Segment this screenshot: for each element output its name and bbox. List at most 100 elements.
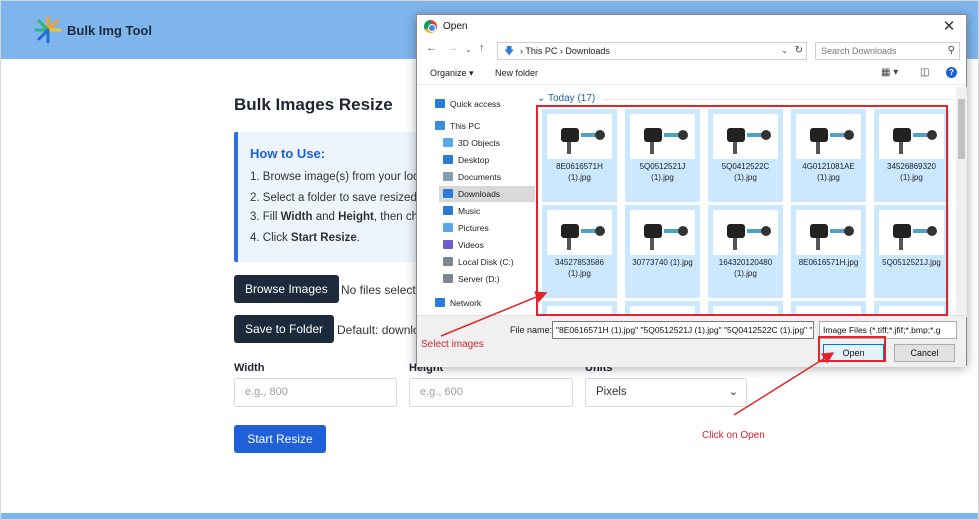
step-3-rest: , then ch (373, 211, 418, 223)
organize-menu[interactable]: Organize ▾ (430, 68, 474, 79)
how-to-panel: How to Use: 1. Browse image(s) from your… (234, 132, 426, 262)
nav-item-label: This PC (450, 121, 481, 131)
document-icon (443, 172, 453, 181)
nav-item-downloads[interactable]: Downloads (439, 186, 535, 202)
step-4-bold: Start Resize (290, 232, 357, 244)
vertical-scrollbar[interactable] (956, 87, 967, 317)
browse-images-button[interactable]: Browse Images (234, 275, 339, 303)
computer-icon (435, 121, 445, 130)
breadcrumb-downloads[interactable]: Downloads (565, 46, 610, 56)
nav-item-label: Videos (458, 240, 484, 250)
new-folder-button[interactable]: New folder (495, 68, 538, 78)
command-bar: Organize ▾ New folder ▦ ▾ ◫ ? (417, 63, 966, 85)
refresh-icon[interactable]: ↻ (795, 43, 803, 59)
pictures-icon (443, 223, 453, 232)
open-button-highlight (818, 336, 886, 362)
nav-item-3d-objects[interactable]: 3D Objects (439, 135, 535, 151)
network-icon (435, 298, 445, 307)
address-bar[interactable]: 🡇 › This PC › Downloads ⌄ ↻ (497, 42, 807, 60)
search-icon: ⚲ (947, 45, 955, 56)
desktop-icon (443, 155, 453, 164)
units-select[interactable]: Pixels ⌄ (585, 378, 747, 407)
nav-item-label: Local Disk (C:) (458, 257, 514, 267)
start-resize-button[interactable]: Start Resize (234, 425, 326, 453)
nav-item-label: Network (450, 298, 482, 308)
nav-item-desktop[interactable]: Desktop (439, 152, 535, 168)
cube-icon (443, 138, 453, 147)
up-arrow-icon[interactable]: ↑ (479, 42, 485, 54)
breadcrumb-sep-2: › (559, 46, 563, 56)
breadcrumb-sep-1: › (520, 46, 523, 56)
address-chevron-icon[interactable]: ⌄ (781, 43, 788, 59)
select-images-highlight (536, 105, 948, 316)
nav-item-pictures[interactable]: Pictures (439, 220, 535, 236)
recent-chevron-icon[interactable]: ⌄ (465, 45, 472, 54)
step-4-prefix: 4. Click (250, 232, 291, 244)
chevron-down-icon: ⌄ (728, 386, 738, 398)
music-icon (443, 206, 453, 215)
height-input[interactable]: e.g., 600 (409, 378, 573, 407)
step-3: 3. Fill Width and Height, then ch (250, 211, 418, 223)
nav-item-documents[interactable]: Documents (439, 169, 535, 185)
search-placeholder: Search Downloads (821, 46, 897, 56)
save-status: Default: downlo (337, 323, 420, 337)
save-to-folder-button[interactable]: Save to Folder (234, 315, 335, 343)
how-to-title: How to Use: (250, 146, 326, 161)
group-header[interactable]: ⌄ Today (17) (537, 93, 595, 104)
step-3-and: and (312, 211, 339, 223)
nav-item-label: Downloads (458, 189, 501, 199)
search-input[interactable]: Search Downloads ⚲ (815, 42, 960, 60)
cancel-button[interactable]: Cancel (894, 344, 955, 362)
step-4-end: . (356, 232, 360, 244)
app-footer (1, 513, 978, 519)
download-icon: 🡇 (504, 46, 515, 57)
browse-status: No files selecte (341, 283, 423, 297)
close-icon[interactable]: ✕ (938, 17, 960, 37)
file-name-input[interactable]: "8E0616571H (1).jpg" "5Q0512521J (1).jpg… (552, 321, 814, 339)
chrome-icon (424, 20, 437, 33)
nav-item-quick-access[interactable]: Quick access (431, 96, 535, 112)
width-input[interactable]: e.g., 800 (234, 378, 397, 407)
file-name-label: File name: (510, 325, 553, 335)
units-value: Pixels (596, 386, 627, 398)
screenshot: Bulk Img Tool Bulk Images Resize How to … (0, 0, 979, 520)
page-title: Bulk Images Resize (234, 95, 393, 114)
sunburst-logo-icon (34, 16, 62, 44)
disk-icon (443, 274, 453, 283)
help-icon[interactable]: ? (946, 67, 957, 78)
nav-item-music[interactable]: Music (439, 203, 535, 219)
step-4: 4. Click Start Resize. (250, 232, 360, 244)
select-images-annotation: Select images (421, 339, 484, 350)
nav-item-videos[interactable]: Videos (439, 237, 535, 253)
step-3-height: Height (338, 211, 374, 223)
dialog-title: Open (443, 21, 468, 32)
organize-label: Organize (430, 68, 467, 78)
view-options-icon[interactable]: ▦ ▾ (881, 67, 898, 78)
nav-item-server-d[interactable]: Server (D:) (439, 271, 535, 287)
disk-icon (443, 257, 453, 266)
nav-item-label: Music (458, 206, 481, 216)
navigation-bar: ← → ⌄ ↑ 🡇 › This PC › Downloads ⌄ ↻ Sear… (417, 40, 966, 62)
click-open-annotation: Click on Open (702, 430, 765, 441)
forward-arrow-icon[interactable]: → (447, 42, 458, 54)
step-1: 1. Browse image(s) from your loca (250, 171, 426, 183)
navigation-pane: Quick access This PC 3D Objects Desktop Docu… (417, 87, 535, 317)
width-label: Width (234, 362, 265, 374)
dialog-title-bar: Open ✕ (417, 15, 966, 39)
nav-item-network[interactable]: Network (431, 295, 535, 311)
nav-item-local-disk-c[interactable]: Local Disk (C:) (439, 254, 535, 270)
step-3-prefix: 3. Fill (250, 211, 281, 223)
group-divider (603, 99, 953, 100)
star-icon (435, 99, 445, 108)
download-icon (443, 189, 453, 198)
preview-pane-icon[interactable]: ◫ (920, 67, 929, 78)
video-icon (443, 240, 453, 249)
nav-item-label: 3D Objects (458, 138, 501, 148)
nav-item-label: Server (D:) (458, 274, 500, 284)
nav-item-label: Documents (458, 172, 501, 182)
nav-item-this-pc[interactable]: This PC (431, 118, 535, 134)
breadcrumb-this-pc[interactable]: This PC (525, 46, 557, 56)
back-arrow-icon[interactable]: ← (426, 42, 437, 54)
step-2: 2. Select a folder to save resized i (250, 192, 423, 204)
scrollbar-thumb[interactable] (958, 99, 965, 159)
